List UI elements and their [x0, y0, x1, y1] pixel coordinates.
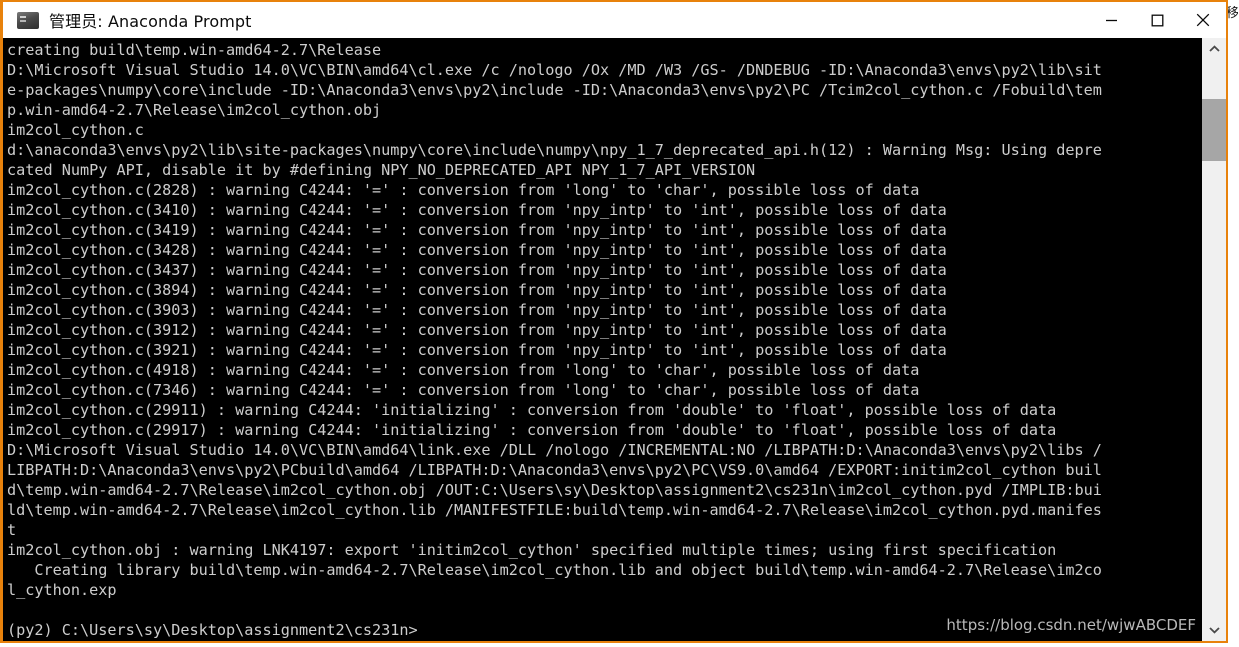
- terminal-line: im2col_cython.c(7346) : warning C4244: '…: [7, 381, 920, 399]
- terminal-line: LIBPATH:D:\Anaconda3\envs\py2\PCbuild\am…: [7, 461, 1102, 479]
- terminal-output[interactable]: creating build\temp.win-amd64-2.7\Releas…: [3, 38, 1202, 641]
- terminal-line: im2col_cython.c(2828) : warning C4244: '…: [7, 181, 920, 199]
- terminal-line: im2col_cython.c(3419) : warning C4244: '…: [7, 221, 947, 239]
- window-title: 管理员: Anaconda Prompt: [49, 12, 252, 31]
- scroll-down-button[interactable]: [1202, 619, 1226, 641]
- maximize-icon: [1151, 14, 1163, 26]
- terminal-line: im2col_cython.c(3921) : warning C4244: '…: [7, 341, 947, 359]
- scroll-thumb[interactable]: [1202, 99, 1226, 161]
- desktop-background: 移动 管理员: Anaconda Prompt: [0, 0, 1239, 647]
- terminal-line: t: [7, 521, 17, 539]
- console-icon: [17, 11, 39, 29]
- terminal-line: im2col_cython.c(3894) : warning C4244: '…: [7, 281, 947, 299]
- terminal-line: d:\anaconda3\envs\py2\lib\site-packages\…: [7, 141, 1102, 159]
- terminal-line: im2col_cython.c(3912) : warning C4244: '…: [7, 321, 947, 339]
- window-controls: [1088, 2, 1226, 38]
- terminal-scrollbar[interactable]: [1202, 38, 1226, 641]
- close-icon: [1196, 13, 1210, 27]
- terminal-line: l_cython.exp: [7, 581, 117, 599]
- terminal-line: d\temp.win-amd64-2.7\Release\im2col_cyth…: [7, 481, 1102, 499]
- terminal-line: im2col_cython.c(29911) : warning C4244: …: [7, 401, 1057, 419]
- console-window: 管理员: Anaconda Prompt creating build\temp…: [0, 0, 1228, 643]
- terminal-line: D:\Microsoft Visual Studio 14.0\VC\BIN\a…: [7, 441, 1102, 459]
- terminal-line: im2col_cython.c(3428) : warning C4244: '…: [7, 241, 947, 259]
- terminal-line: im2col_cython.c(3410) : warning C4244: '…: [7, 201, 947, 219]
- terminal-line: p.win-amd64-2.7\Release\im2col_cython.ob…: [7, 101, 382, 119]
- minimize-icon: [1105, 19, 1117, 21]
- terminal-line: im2col_cython.obj : warning LNK4197: exp…: [7, 541, 1057, 559]
- terminal-line: cated NumPy API, disable it by #defining…: [7, 161, 756, 179]
- scroll-up-button[interactable]: [1202, 38, 1226, 60]
- minimize-button[interactable]: [1088, 2, 1134, 38]
- close-button[interactable]: [1180, 2, 1226, 38]
- maximize-button[interactable]: [1134, 2, 1180, 38]
- terminal-line: im2col_cython.c: [7, 121, 144, 139]
- terminal-line: D:\Microsoft Visual Studio 14.0\VC\BIN\a…: [7, 61, 1102, 79]
- terminal-line: im2col_cython.c(29917) : warning C4244: …: [7, 421, 1057, 439]
- terminal-line: im2col_cython.c(3437) : warning C4244: '…: [7, 261, 947, 279]
- terminal-line: im2col_cython.c(3903) : warning C4244: '…: [7, 301, 947, 319]
- chevron-down-icon: [1208, 627, 1220, 634]
- scroll-track[interactable]: [1202, 60, 1226, 619]
- chevron-up-icon: [1208, 45, 1220, 52]
- terminal-area: creating build\temp.win-amd64-2.7\Releas…: [3, 38, 1226, 641]
- terminal-line: Creating library build\temp.win-amd64-2.…: [7, 561, 1102, 579]
- title-bar[interactable]: 管理员: Anaconda Prompt: [3, 2, 1226, 38]
- terminal-line: im2col_cython.c(4918) : warning C4244: '…: [7, 361, 920, 379]
- terminal-line: (py2) C:\Users\sy\Desktop\assignment2\cs…: [7, 621, 418, 639]
- terminal-line: e-packages\numpy\core\include -ID:\Anaco…: [7, 81, 1102, 99]
- terminal-line: creating build\temp.win-amd64-2.7\Releas…: [7, 41, 382, 59]
- terminal-line: ld\temp.win-amd64-2.7\Release\im2col_cyt…: [7, 501, 1102, 519]
